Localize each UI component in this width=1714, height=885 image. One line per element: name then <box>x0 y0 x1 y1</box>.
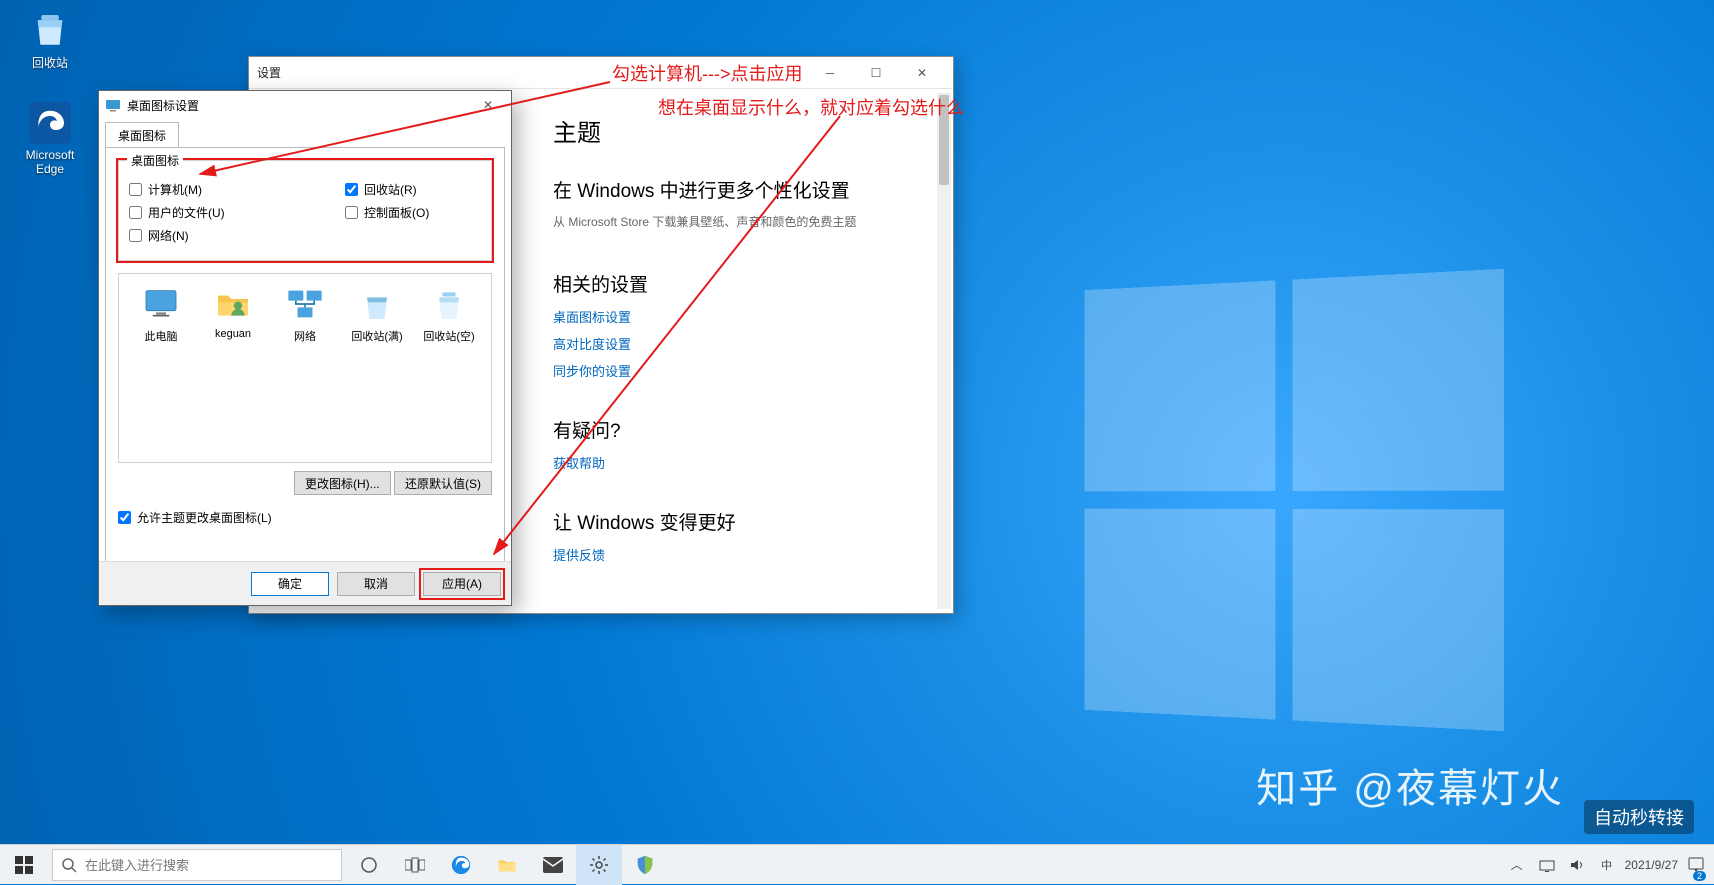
section-heading: 有疑问? <box>553 416 953 443</box>
link-get-help[interactable]: 获取帮助 <box>553 453 953 472</box>
cortana-icon <box>360 856 378 874</box>
folder-icon <box>496 854 518 876</box>
section-heading: 让 Windows 变得更好 <box>553 508 953 535</box>
system-tray: ︿ 中 2021/9/27 2 <box>1499 845 1714 885</box>
search-placeholder: 在此键入进行搜索 <box>85 855 189 874</box>
task-view-button[interactable] <box>392 845 438 885</box>
dialog-icon <box>105 97 121 113</box>
link-sync-settings[interactable]: 同步你的设置 <box>553 361 953 380</box>
desktop-icons-group: 桌面图标 计算机(M) 回收站(R) 用户的文件(U) 控制面板(O) 网络(N… <box>118 160 492 261</box>
desktop-icon-label: Microsoft Edge <box>26 148 75 176</box>
link-desktop-icon-settings[interactable]: 桌面图标设置 <box>553 307 953 326</box>
annotation-line2: 想在桌面显示什么，就对应着勾选什么 <box>658 96 964 121</box>
search-input[interactable]: 在此键入进行搜索 <box>52 849 342 881</box>
cortana-button[interactable] <box>346 845 392 885</box>
tray-notifications[interactable]: 2 <box>1684 845 1708 885</box>
checkbox-computer[interactable]: 计算机(M) <box>129 181 265 198</box>
gear-icon <box>589 855 609 875</box>
annotation-line1: 勾选计算机--->点击应用 <box>612 62 803 87</box>
dialog-title: 桌面图标设置 <box>127 97 199 114</box>
taskbar: 在此键入进行搜索 ︿ 中 2021/9/27 2 <box>0 844 1714 884</box>
change-icon-button[interactable]: 更改图标(H)... <box>294 471 391 495</box>
scrollbar[interactable] <box>937 93 951 609</box>
preview-network[interactable]: 网络 <box>273 284 337 344</box>
taskbar-explorer[interactable] <box>484 845 530 885</box>
ok-button[interactable]: 确定 <box>251 572 329 596</box>
watermark-small: 自动秒转接 <box>1584 800 1694 834</box>
checkbox-allow-theme[interactable]: 允许主题更改桌面图标(L) <box>118 509 492 526</box>
tray-date[interactable]: 2021/9/27 <box>1625 858 1678 872</box>
tray-volume-icon[interactable] <box>1565 845 1589 885</box>
recycle-empty-icon <box>429 284 469 324</box>
preview-this-pc[interactable]: 此电脑 <box>129 284 193 344</box>
preview-recycle-full[interactable]: 回收站(满) <box>345 284 409 344</box>
checkbox-recycle-bin[interactable]: 回收站(R) <box>345 181 481 198</box>
taskbar-edge[interactable] <box>438 845 484 885</box>
link-high-contrast[interactable]: 高对比度设置 <box>553 334 953 353</box>
recycle-full-icon <box>357 284 397 324</box>
desktop-icon-edge[interactable]: Microsoft Edge <box>10 102 90 176</box>
close-button[interactable]: ✕ <box>471 92 505 118</box>
edge-icon <box>450 854 472 876</box>
desktop-icon-settings-dialog: 桌面图标设置 ✕ 桌面图标 桌面图标 计算机(M) 回收站(R) 用户的文件(U… <box>98 90 512 606</box>
taskbar-security[interactable] <box>622 845 668 885</box>
close-button[interactable]: ✕ <box>899 57 945 89</box>
folder-user-icon <box>213 284 253 324</box>
section-subtext: 从 Microsoft Store 下载兼具壁纸、声音和颜色的免费主题 <box>553 213 953 230</box>
task-view-icon <box>405 857 425 873</box>
checkbox-control-panel[interactable]: 控制面板(O) <box>345 204 481 221</box>
watermark-zhihu: 知乎 @夜幕灯火 <box>1256 756 1564 814</box>
settings-window-title: 设置 <box>257 64 281 81</box>
tray-ime-icon[interactable]: 中 <box>1595 845 1619 885</box>
windows-logo-bg <box>1084 269 1503 731</box>
shield-icon <box>634 854 656 876</box>
search-icon <box>61 857 77 873</box>
taskbar-mail[interactable] <box>530 845 576 885</box>
preview-user-folder[interactable]: keguan <box>201 284 265 340</box>
minimize-button[interactable]: ─ <box>807 57 853 89</box>
group-label: 桌面图标 <box>127 152 183 169</box>
settings-titlebar[interactable]: 设置 ─ ☐ ✕ <box>249 57 953 89</box>
icon-preview-grid[interactable]: 此电脑 keguan 网络 回收站(满) 回收站(空) <box>118 273 492 463</box>
checkbox-user-files[interactable]: 用户的文件(U) <box>129 204 265 221</box>
dialog-titlebar[interactable]: 桌面图标设置 ✕ <box>99 91 511 119</box>
apply-button[interactable]: 应用(A) <box>423 572 501 596</box>
taskbar-settings[interactable] <box>576 845 622 885</box>
cancel-button[interactable]: 取消 <box>337 572 415 596</box>
link-feedback[interactable]: 提供反馈 <box>553 545 953 564</box>
network-icon <box>285 284 325 324</box>
restore-defaults-button[interactable]: 还原默认值(S) <box>394 471 492 495</box>
section-heading: 在 Windows 中进行更多个性化设置 <box>553 176 953 203</box>
computer-icon <box>141 284 181 324</box>
dialog-footer: 确定 取消 应用(A) <box>99 561 511 605</box>
maximize-button[interactable]: ☐ <box>853 57 899 89</box>
tray-chevron-up-icon[interactable]: ︿ <box>1505 845 1529 885</box>
tab-desktop-icons[interactable]: 桌面图标 <box>105 122 179 148</box>
recycle-bin-icon <box>29 8 71 50</box>
notification-badge: 2 <box>1693 871 1706 881</box>
tray-network-icon[interactable] <box>1535 845 1559 885</box>
section-heading: 相关的设置 <box>553 270 953 297</box>
desktop-icon-recycle-bin[interactable]: 回收站 <box>10 8 90 71</box>
windows-icon <box>15 856 33 874</box>
start-button[interactable] <box>0 845 48 885</box>
preview-recycle-empty[interactable]: 回收站(空) <box>417 284 481 344</box>
edge-icon <box>29 102 71 144</box>
desktop-icon-label: 回收站 <box>32 56 68 70</box>
mail-icon <box>542 856 564 874</box>
checkbox-network[interactable]: 网络(N) <box>129 227 289 244</box>
